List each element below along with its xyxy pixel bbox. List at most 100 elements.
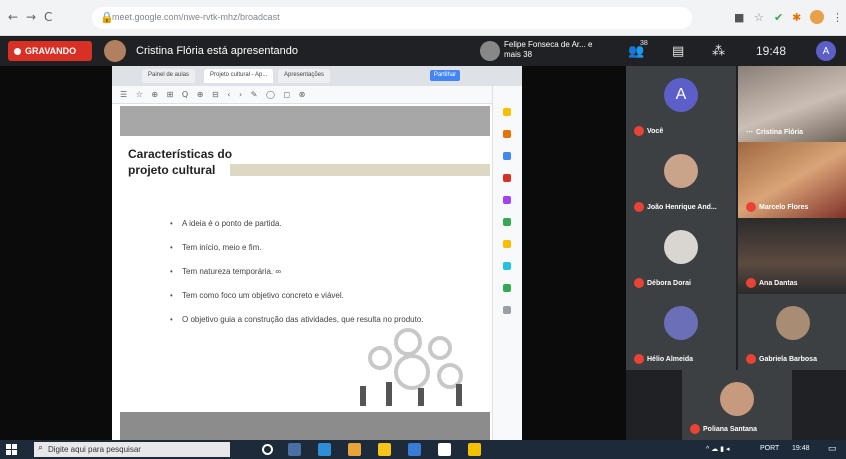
shared-toolbar: ☰ ☆ ⊕ ⊞ Q ⊕ ⊟ ‹ › ✎ ◯ ◻ ⊗	[112, 86, 522, 104]
side-app-icon	[503, 108, 511, 116]
participant-name: Débora Dorai	[647, 279, 691, 287]
others-avatar	[480, 41, 500, 61]
slide-bullet: Tem natureza temporária. ∞	[170, 266, 430, 277]
check-icon[interactable]: ✔	[774, 11, 783, 24]
shared-screen: Painel de aulas Projeto cultural - Ap...…	[112, 66, 522, 440]
profile-icon[interactable]	[810, 10, 824, 24]
meeting-clock: 19:48	[756, 44, 787, 58]
windows-start-icon[interactable]	[6, 444, 17, 455]
forward-button[interactable]: →	[26, 10, 36, 24]
activities-icon[interactable]: ⁂	[712, 44, 725, 59]
url-text: meet.google.com/nwe-rvtk-mhz/broadcast	[112, 12, 280, 22]
slide-title-line: Características do	[128, 147, 233, 161]
mic-off-icon	[746, 354, 756, 364]
tray-language: PORT	[760, 445, 780, 452]
participant-tile[interactable]: A Você	[626, 66, 736, 142]
participant-avatar: A	[664, 78, 698, 112]
title-accent-bar	[230, 164, 490, 176]
reload-button[interactable]: C	[44, 10, 52, 24]
notes-app-icon[interactable]	[468, 443, 481, 456]
shared-tab: Apresentações	[278, 69, 331, 83]
menu-icon[interactable]: ⋮	[832, 11, 843, 24]
self-avatar[interactable]: A	[816, 41, 836, 61]
taskbar: ⌕ Digite aqui para pesquisar ^ ☁ ▮ ◂ POR…	[0, 440, 846, 459]
browser-chrome: ← → C 🔒 meet.google.com/nwe-rvtk-mhz/bro…	[0, 0, 846, 36]
cortana-icon[interactable]	[262, 444, 273, 455]
shared-browser-tabs: Painel de aulas Projeto cultural - Ap...…	[112, 66, 522, 86]
tray-icons[interactable]: ^ ☁ ▮ ◂	[706, 445, 730, 453]
participant-name: Gabriela Barbosa	[759, 355, 817, 363]
presenter-avatar	[104, 40, 126, 62]
people-count: 38	[640, 40, 648, 47]
slide-bullet: Tem como foco um objetivo concreto e viá…	[170, 290, 430, 301]
side-app-icon	[503, 262, 511, 270]
participant-tile[interactable]: ⋯ Cristina Flória	[738, 66, 846, 142]
edge-icon[interactable]	[318, 443, 331, 456]
more-options-icon: ⋯	[746, 129, 753, 136]
side-app-icon	[503, 196, 511, 204]
participant-tile[interactable]: João Henrique And...	[626, 142, 736, 218]
task-view-icon[interactable]	[288, 443, 301, 456]
shared-side-panel	[492, 86, 522, 440]
side-app-icon	[503, 240, 511, 248]
participant-name: Hélio Almeida	[647, 355, 694, 363]
chrome-app-icon[interactable]	[438, 443, 451, 456]
participant-avatar	[664, 230, 698, 264]
side-app-icon	[503, 130, 511, 138]
recording-badge: GRAVANDO	[8, 41, 92, 61]
slide-bullet: A ideia é o ponto de partida.	[170, 218, 430, 229]
slide-bullets: A ideia é o ponto de partida. Tem início…	[170, 218, 430, 338]
presentation-stage: Painel de aulas Projeto cultural - Ap...…	[0, 66, 626, 440]
participant-tile[interactable]: Hélio Almeida	[626, 294, 736, 370]
participant-name: Poliana Santana	[703, 425, 758, 433]
camera-icon[interactable]: ■	[734, 11, 744, 24]
participant-tile[interactable]: Poliana Santana	[682, 370, 792, 440]
participant-avatar	[720, 382, 754, 416]
others-text: Felipe Fonseca de Ar... e mais 38	[504, 40, 593, 59]
participant-avatar	[776, 306, 810, 340]
mic-off-icon	[690, 424, 700, 434]
mic-off-icon	[634, 126, 644, 136]
slide-bullet: Tem início, meio e fim.	[170, 242, 430, 253]
participant-avatar	[664, 154, 698, 188]
participant-name: Cristina Flória	[756, 128, 804, 136]
mic-off-icon	[746, 278, 756, 288]
side-app-icon	[503, 306, 511, 314]
mic-off-icon	[634, 354, 644, 364]
shared-tab: Projeto cultural - Ap...	[204, 69, 274, 83]
notifications-icon[interactable]: ▭	[828, 443, 837, 454]
side-app-icon	[503, 284, 511, 292]
meet-top-bar: GRAVANDO Cristina Flória está apresentan…	[0, 36, 846, 66]
recording-label: GRAVANDO	[25, 46, 77, 56]
participant-grid: A Você ⋯ Cristina Flória João Henrique An…	[626, 66, 846, 440]
mic-off-icon	[746, 202, 756, 212]
side-app-icon	[503, 152, 511, 160]
slide-bottom-band	[120, 412, 490, 440]
participant-tile[interactable]: Débora Dorai	[626, 218, 736, 294]
record-dot-icon	[14, 47, 21, 55]
mic-off-icon	[634, 278, 644, 288]
shared-tab: Painel de aulas	[142, 69, 196, 83]
participant-avatar	[664, 306, 698, 340]
taskbar-clock[interactable]: 19:48	[792, 445, 810, 452]
mic-off-icon	[634, 202, 644, 212]
file-explorer-icon[interactable]	[348, 443, 361, 456]
back-button[interactable]: ←	[8, 10, 18, 24]
participant-tile[interactable]: Ana Dantas	[738, 218, 846, 294]
search-placeholder: Digite aqui para pesquisar	[48, 445, 141, 454]
chat-icon[interactable]: ▤	[672, 44, 684, 59]
extension-icon[interactable]: ✱	[792, 11, 801, 24]
participant-tile[interactable]: Gabriela Barbosa	[738, 294, 846, 370]
side-app-icon	[503, 174, 511, 182]
side-app-icon	[503, 218, 511, 226]
slide-top-band	[120, 106, 490, 136]
slide: Características do projeto cultural A id…	[120, 106, 490, 440]
store-icon[interactable]	[378, 443, 391, 456]
participant-name: Ana Dantas	[759, 279, 798, 287]
star-icon[interactable]: ☆	[754, 11, 764, 24]
participant-name: João Henrique And...	[647, 203, 717, 211]
participant-name: Você	[647, 127, 664, 135]
shared-share-button: Partilhar	[430, 70, 460, 81]
participant-tile[interactable]: Marcelo Flores	[738, 142, 846, 218]
mail-icon[interactable]	[408, 443, 421, 456]
